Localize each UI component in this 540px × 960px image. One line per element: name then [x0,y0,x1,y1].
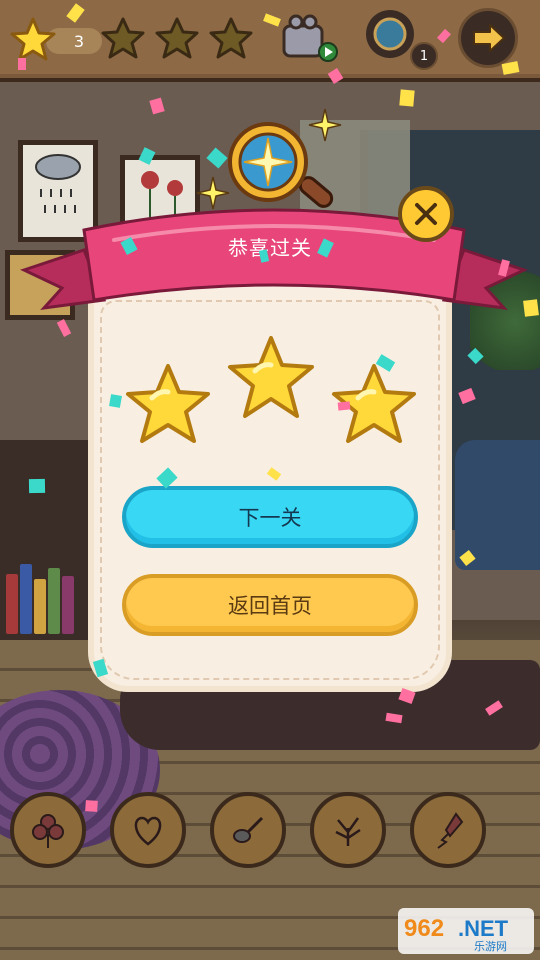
close-icon [415,203,437,225]
tray-item-spoon[interactable] [210,792,286,868]
confetti-piece [399,89,415,107]
tray-item-kite[interactable] [410,792,486,868]
flower-icon [32,814,64,848]
sparkle-icon [196,176,230,210]
hint-count-badge: 1 [410,42,438,70]
bookshelf [0,440,90,640]
level-star-slot-3 [208,16,254,64]
next-level-label: 下一关 [238,506,302,530]
confetti-piece [523,299,539,317]
site-watermark: 962 .NET 乐游网 [398,908,534,954]
exit-button[interactable] [458,8,518,68]
plant-icon [335,817,361,846]
exit-arrow-icon [473,24,505,52]
star-total-icon [10,16,56,62]
tray-item-plant[interactable] [310,792,386,868]
level-star-slot-2 [154,16,200,64]
confetti-piece [85,800,98,812]
return-home-label: 返回首页 [228,594,312,618]
heart-icon [134,816,162,846]
svg-text:962: 962 [404,915,444,942]
kite-icon [437,812,464,849]
video-reward-icon[interactable] [278,12,340,66]
star-count-value: 3 [73,31,85,51]
confetti-piece [18,58,26,70]
tray-item-heart[interactable] [110,792,186,868]
modal-title: 恭喜过关 [228,236,312,260]
confetti-piece [337,401,351,411]
sparkle-icon [308,108,342,142]
next-level-button[interactable]: 下一关 [122,486,418,548]
earned-star-left [124,362,212,446]
earned-star-center [226,334,316,420]
close-button[interactable] [398,186,454,242]
svg-text:.NET: .NET [458,916,509,941]
level-star-slot-1 [100,16,146,64]
return-home-button[interactable]: 返回首页 [122,574,418,636]
tray-item-flower[interactable] [10,792,86,868]
svg-text:乐游网: 乐游网 [474,940,507,953]
hint-count-value: 1 [419,48,429,64]
confetti-piece [28,478,46,494]
hint-magnifier-button[interactable] [366,10,414,58]
confetti-piece [109,394,122,408]
spoon-icon [233,816,264,843]
